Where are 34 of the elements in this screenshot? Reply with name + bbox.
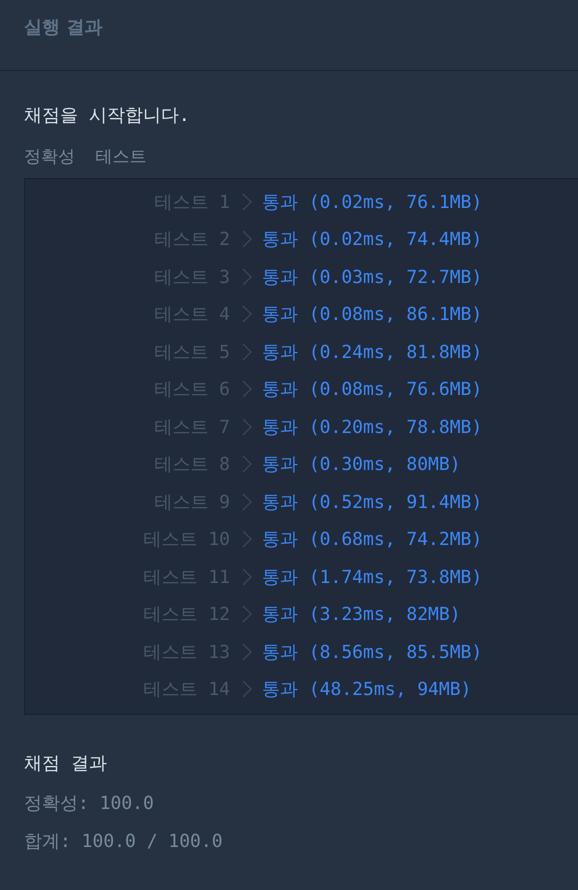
chevron-right-icon [242, 605, 252, 624]
chevron-right-icon [242, 530, 252, 548]
test-result: 통과 (0.08ms, 76.6MB) [262, 378, 482, 402]
test-result: 통과 (3.23ms, 82MB) [262, 603, 461, 626]
chevron-right-icon [242, 492, 252, 511]
test-result: 통과 (0.30ms, 80MB) [262, 453, 461, 476]
chevron-right-icon [242, 305, 252, 324]
test-result: 통과 (0.02ms, 74.4MB) [262, 228, 482, 252]
chevron-right-icon [242, 342, 252, 361]
chevron-right-icon [242, 418, 252, 436]
test-result: 통과 (0.08ms, 86.1MB) [262, 303, 482, 326]
chevron-right-icon [242, 268, 252, 286]
test-result: 통과 (0.20ms, 78.8MB) [262, 416, 482, 439]
summary-line: 정확성: 100.0 [24, 792, 155, 815]
chevron-right-icon [242, 455, 252, 474]
test-result: 통과 (8.56ms, 85.5MB) [262, 640, 482, 664]
panel-title: 실행 결과 [24, 16, 102, 39]
test-result: 통과 (0.68ms, 74.2MB) [262, 528, 482, 552]
chevron-right-icon [242, 380, 252, 398]
status-message: 채점을 시작합니다. [24, 104, 191, 127]
chevron-right-icon [242, 230, 252, 248]
chevron-right-icon [242, 680, 252, 698]
test-result: 통과 (1.74ms, 73.8MB) [262, 566, 482, 589]
summary-title: 채점 결과 [24, 752, 108, 775]
chevron-right-icon [242, 568, 252, 586]
section-label: 정확성 테스트 [24, 146, 148, 168]
test-result: 통과 (0.24ms, 81.8MB) [262, 340, 482, 364]
test-result: 통과 (0.52ms, 91.4MB) [262, 490, 482, 514]
test-result: 통과 (0.02ms, 76.1MB) [262, 190, 482, 214]
chevron-right-icon [242, 192, 252, 211]
chevron-right-icon [242, 642, 252, 661]
test-result: 통과 (48.25ms, 94MB) [262, 678, 472, 702]
test-result: 통과 (0.03ms, 72.7MB) [262, 266, 482, 289]
summary-line: 합계: 100.0 / 100.0 [24, 830, 224, 853]
